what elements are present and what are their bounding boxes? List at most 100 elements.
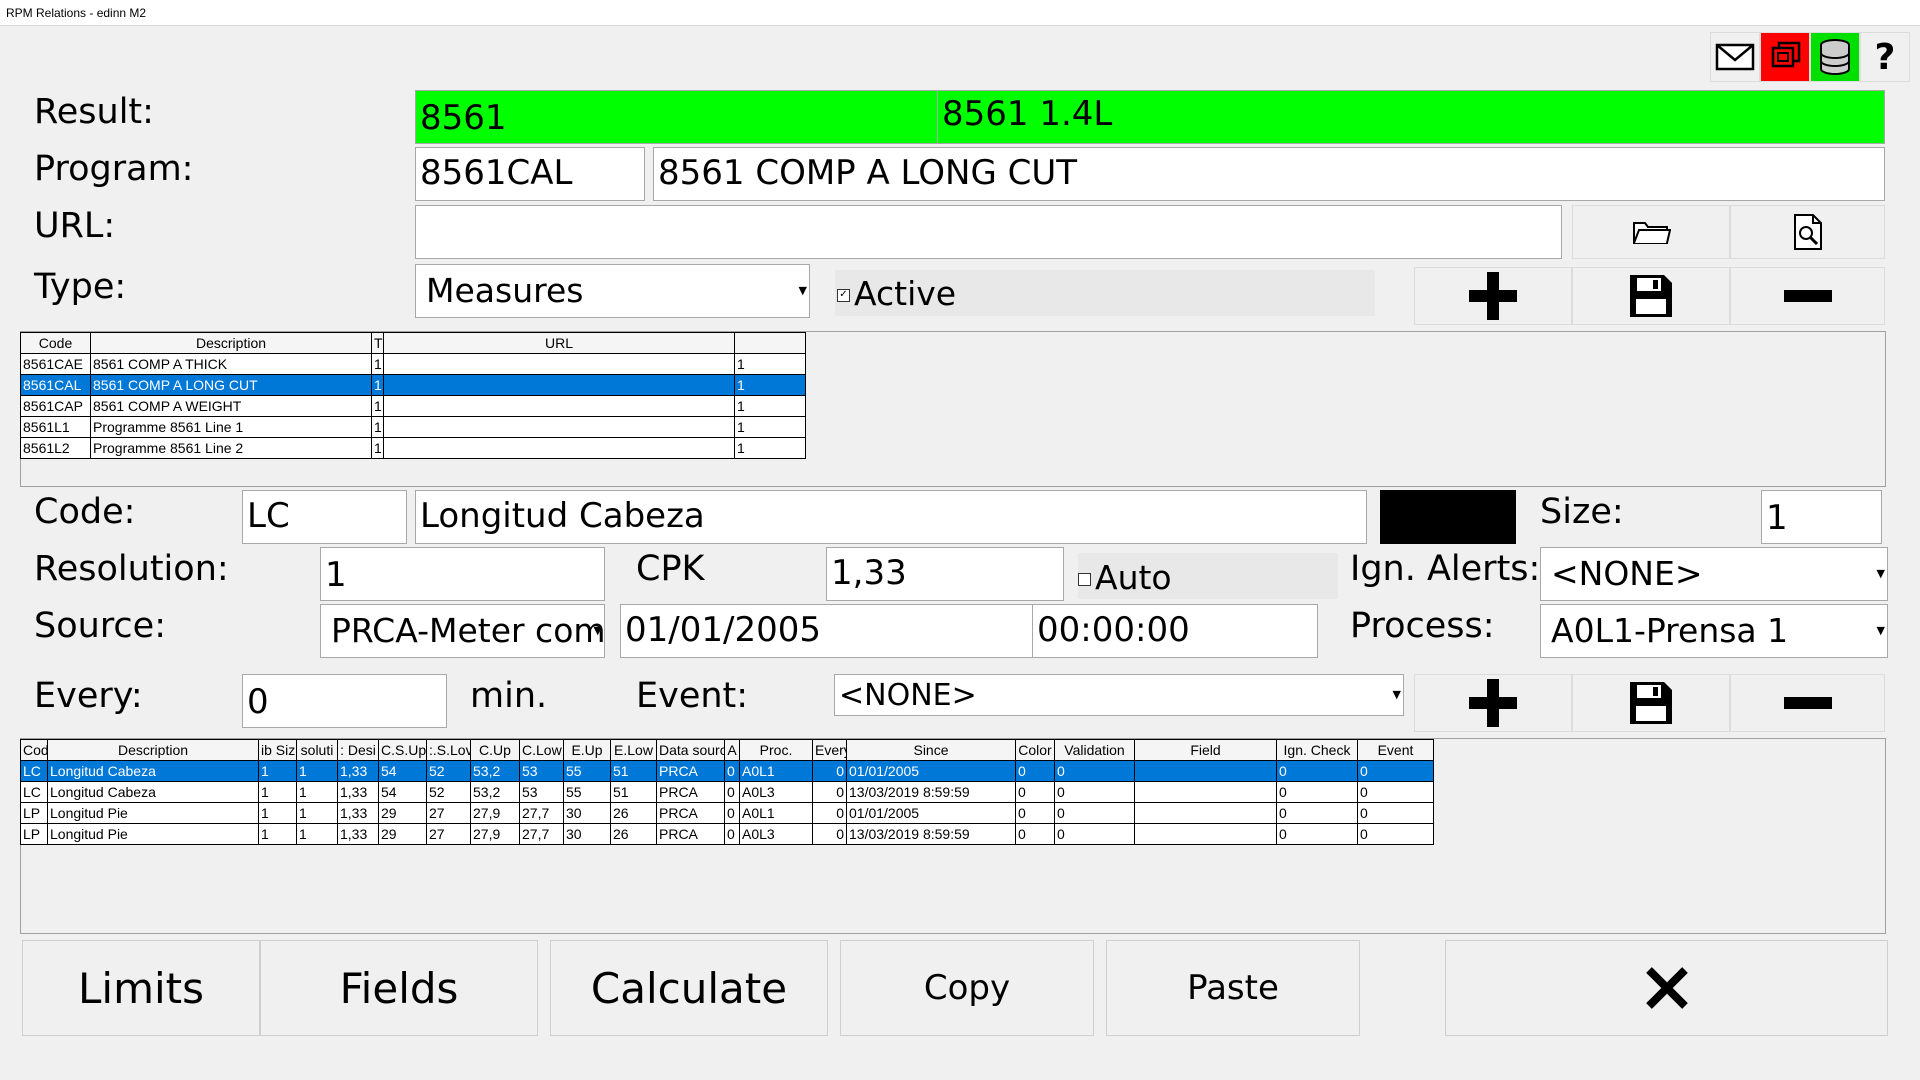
delete-program-button[interactable] <box>1730 267 1885 325</box>
measure-column-header[interactable]: Validation <box>1054 739 1135 761</box>
process-select[interactable]: A0L1-Prensa 1 ▼ <box>1540 604 1888 658</box>
measure-column-header[interactable]: Proc. <box>739 739 813 761</box>
measure-cell: 27,9 <box>470 802 520 824</box>
measure-cell: 0 <box>812 781 847 803</box>
add-measure-button[interactable] <box>1414 674 1572 732</box>
measure-column-header[interactable]: Cod <box>20 739 48 761</box>
program-column-header[interactable]: Description <box>90 332 372 354</box>
ign-alerts-select[interactable]: <NONE> ▼ <box>1540 547 1888 601</box>
save-program-button[interactable] <box>1572 267 1730 325</box>
url-label: URL: <box>34 206 116 246</box>
measure-cell: 27,7 <box>519 823 564 845</box>
measure-column-header[interactable]: : Desi <box>337 739 379 761</box>
since-date-field[interactable]: 01/01/2005 <box>620 604 1034 658</box>
save-measure-button[interactable] <box>1572 674 1730 732</box>
measure-row[interactable]: LC Longitud Cabeza 1 1 1,33 54 52 53,2 53 55 51 PRC… <box>20 781 1434 803</box>
document-search-icon <box>1793 214 1822 250</box>
size-field[interactable]: 1 <box>1761 490 1882 544</box>
source-select[interactable]: PRCA-Meter comp ▼ <box>320 604 605 658</box>
type-select-value: Measures <box>426 271 584 310</box>
measure-cell: 13/03/2019 8:59:59 <box>846 781 1016 803</box>
program-code-field[interactable]: 8561CAL <box>415 147 645 201</box>
program-row[interactable]: 8561L2 Programme 8561 Line 211 <box>20 437 806 459</box>
program-column-header[interactable] <box>734 332 806 354</box>
measure-column-header[interactable]: Event <box>1357 739 1434 761</box>
measure-column-header[interactable]: :.S.Lov <box>426 739 471 761</box>
measure-column-header[interactable]: Since <box>846 739 1016 761</box>
measure-column-header[interactable]: A <box>724 739 740 761</box>
active-checkbox-area[interactable]: ✓ Active <box>835 270 1375 316</box>
program-row[interactable]: 8561CAE 8561 COMP A THICK 1 1 <box>20 353 806 375</box>
resolution-field[interactable]: 1 <box>320 547 605 601</box>
program-column-header[interactable]: URL <box>383 332 735 354</box>
program-desc-field[interactable]: 8561 COMP A LONG CUT <box>653 147 1885 201</box>
program-cell: Programme 8561 Line 2 <box>90 437 372 459</box>
active-checkbox[interactable]: ✓ <box>837 289 850 302</box>
close-button[interactable] <box>1445 940 1888 1036</box>
window-title: RPM Relations - edinn M2 <box>0 0 1920 26</box>
measure-column-header[interactable]: Field <box>1134 739 1277 761</box>
mail-button[interactable] <box>1710 32 1760 82</box>
code-field[interactable]: LC <box>242 490 407 544</box>
add-program-button[interactable] <box>1414 267 1572 325</box>
measure-column-header[interactable]: Ign. Check <box>1276 739 1358 761</box>
program-row[interactable]: 8561L1 Programme 8561 Line 111 <box>20 416 806 438</box>
measure-column-header[interactable]: C.Up <box>470 739 520 761</box>
program-column-header[interactable]: T <box>371 332 384 354</box>
measure-column-header[interactable]: ib Siz <box>258 739 297 761</box>
measure-column-header[interactable]: Color <box>1015 739 1055 761</box>
help-button[interactable]: ? <box>1860 32 1910 82</box>
program-cell <box>383 416 735 438</box>
measure-cell: 0 <box>1357 823 1434 845</box>
open-folder-button[interactable] <box>1572 205 1730 259</box>
code-desc-field[interactable]: Longitud Cabeza <box>415 490 1367 544</box>
program-cell: 1 <box>371 416 384 438</box>
measure-row[interactable]: LC Longitud Cabeza 1 1 1,33 54 52 53,2 53 55 51 PRC… <box>20 760 1434 782</box>
auto-checkbox[interactable] <box>1078 573 1091 586</box>
measure-column-header[interactable]: Description <box>47 739 259 761</box>
measure-cell: 53 <box>519 781 564 803</box>
measure-column-header[interactable]: C.Low <box>519 739 564 761</box>
copy-button[interactable]: Copy <box>840 940 1094 1036</box>
database-button[interactable] <box>1810 32 1860 82</box>
fields-button[interactable]: Fields <box>260 940 538 1036</box>
program-cell: 1 <box>371 353 384 375</box>
help-icon: ? <box>1874 36 1896 78</box>
limits-button[interactable]: Limits <box>22 940 260 1036</box>
preview-document-button[interactable] <box>1730 205 1885 259</box>
windows-button[interactable] <box>1760 32 1810 82</box>
cpk-field[interactable]: 1,33 <box>826 547 1064 601</box>
measure-cell: 53,2 <box>470 760 520 782</box>
measure-column-header[interactable]: C.S.Up <box>378 739 427 761</box>
color-swatch[interactable] <box>1380 490 1516 544</box>
program-cell: 8561CAL <box>20 374 91 396</box>
measure-cell: LP <box>20 823 48 845</box>
measure-cell: PRCA <box>656 823 725 845</box>
delete-measure-button[interactable] <box>1730 674 1885 732</box>
measure-column-header[interactable]: soluti <box>296 739 338 761</box>
measure-cell: 0 <box>1054 781 1135 803</box>
event-select[interactable]: <NONE> ▼ <box>834 674 1404 716</box>
measure-cell: 53 <box>519 760 564 782</box>
every-field[interactable]: 0 <box>242 674 447 728</box>
measure-column-header[interactable]: E.Low <box>610 739 657 761</box>
measure-row[interactable]: LP Longitud Pie 1 1 1,33 29 27 27,9 27,7 30 26 PRCA… <box>20 823 1434 845</box>
program-row[interactable]: 8561CAL 8561 COMP A LONG CUT 1 1 <box>20 374 806 396</box>
result-code-field[interactable]: 8561 <box>415 90 939 144</box>
url-field[interactable] <box>415 205 1562 259</box>
measure-row[interactable]: LP Longitud Pie 1 1 1,33 29 27 27,9 27,7 30 26 PRCA… <box>20 802 1434 824</box>
minus-icon <box>1783 697 1832 709</box>
measure-cell: 54 <box>378 760 427 782</box>
measure-cell: 0 <box>1357 802 1434 824</box>
auto-checkbox-area[interactable]: Auto <box>1078 553 1338 599</box>
program-row[interactable]: 8561CAP 8561 COMP A WEIGHT 1 1 <box>20 395 806 417</box>
type-select[interactable]: Measures ▼ <box>415 264 810 318</box>
measure-column-header[interactable]: Data sourc <box>656 739 725 761</box>
result-desc-field[interactable]: 8561 1.4L <box>937 90 1885 144</box>
measure-column-header[interactable]: Every <box>812 739 847 761</box>
paste-button[interactable]: Paste <box>1106 940 1360 1036</box>
since-time-field[interactable]: 00:00:00 <box>1032 604 1318 658</box>
program-column-header[interactable]: Code <box>20 332 91 354</box>
measure-column-header[interactable]: E.Up <box>563 739 611 761</box>
calculate-button[interactable]: Calculate <box>550 940 828 1036</box>
